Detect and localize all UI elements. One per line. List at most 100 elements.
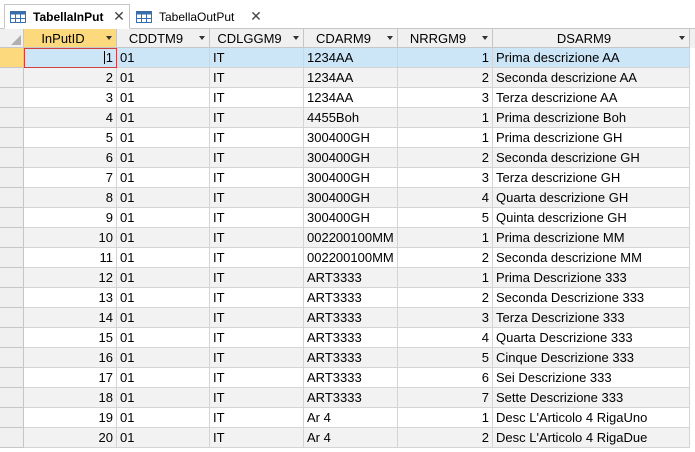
table-row[interactable]: 3 01 IT 1234AA 3 Terza descrizione AA	[0, 88, 695, 108]
cell-cddtm9[interactable]: 01	[117, 128, 210, 148]
cell-inputid[interactable]: 8	[24, 188, 117, 208]
row-selector[interactable]	[0, 408, 24, 428]
cell-cdarm9[interactable]: 1234AA	[304, 88, 398, 108]
cell-dsarm9[interactable]: Desc L'Articolo 4 RigaUno	[493, 408, 690, 428]
cell-nrrgm9[interactable]: 2	[398, 148, 493, 168]
table-row[interactable]: 20 01 IT Ar 4 2 Desc L'Articolo 4 RigaDue	[0, 428, 695, 448]
cell-dsarm9[interactable]: Terza descrizione GH	[493, 168, 690, 188]
row-selector[interactable]	[0, 148, 24, 168]
cell-dsarm9[interactable]: Prima descrizione AA	[493, 48, 690, 68]
table-row[interactable]: 1 01 IT 1234AA 1 Prima descrizione AA	[0, 48, 695, 68]
cell-cddtm9[interactable]: 01	[117, 368, 210, 388]
cell-nrrgm9[interactable]: 1	[398, 228, 493, 248]
cell-inputid[interactable]: 13	[24, 288, 117, 308]
cell-cdarm9[interactable]: ART3333	[304, 308, 398, 328]
row-selector[interactable]	[0, 368, 24, 388]
cell-nrrgm9[interactable]: 1	[398, 108, 493, 128]
table-row[interactable]: 7 01 IT 300400GH 3 Terza descrizione GH	[0, 168, 695, 188]
cell-cddtm9[interactable]: 01	[117, 48, 210, 68]
cell-cdlggm9[interactable]: IT	[210, 188, 304, 208]
table-row[interactable]: 15 01 IT ART3333 4 Quarta Descrizione 333	[0, 328, 695, 348]
cell-inputid[interactable]: 17	[24, 368, 117, 388]
cell-nrrgm9[interactable]: 3	[398, 168, 493, 188]
cell-cdlggm9[interactable]: IT	[210, 348, 304, 368]
cell-inputid[interactable]: 12	[24, 268, 117, 288]
cell-cdlggm9[interactable]: IT	[210, 388, 304, 408]
cell-nrrgm9[interactable]: 2	[398, 428, 493, 448]
cell-inputid[interactable]: 2	[24, 68, 117, 88]
cell-cdlggm9[interactable]: IT	[210, 268, 304, 288]
table-row[interactable]: 14 01 IT ART3333 3 Terza Descrizione 333	[0, 308, 695, 328]
tab-tabellainput[interactable]: TabellaInPut ✕	[4, 4, 130, 29]
row-selector[interactable]	[0, 428, 24, 448]
column-header-dsarm9[interactable]: DSARM9	[493, 29, 690, 48]
column-header-cdarm9[interactable]: CDARM9	[304, 29, 398, 48]
cell-nrrgm9[interactable]: 7	[398, 388, 493, 408]
cell-cddtm9[interactable]: 01	[117, 328, 210, 348]
cell-nrrgm9[interactable]: 1	[398, 408, 493, 428]
cell-nrrgm9[interactable]: 3	[398, 88, 493, 108]
cell-cddtm9[interactable]: 01	[117, 428, 210, 448]
row-selector[interactable]	[0, 308, 24, 328]
cell-dsarm9[interactable]: Sei Descrizione 333	[493, 368, 690, 388]
row-selector[interactable]	[0, 248, 24, 268]
close-icon[interactable]: ✕	[111, 8, 127, 25]
column-header-cddtm9[interactable]: CDDTM9	[117, 29, 210, 48]
row-selector[interactable]	[0, 348, 24, 368]
cell-cdarm9[interactable]: ART3333	[304, 328, 398, 348]
cell-cddtm9[interactable]: 01	[117, 408, 210, 428]
table-row[interactable]: 17 01 IT ART3333 6 Sei Descrizione 333	[0, 368, 695, 388]
dropdown-arrow-icon[interactable]	[106, 36, 112, 40]
cell-cdlggm9[interactable]: IT	[210, 48, 304, 68]
cell-cddtm9[interactable]: 01	[117, 208, 210, 228]
cell-nrrgm9[interactable]: 5	[398, 208, 493, 228]
cell-nrrgm9[interactable]: 6	[398, 368, 493, 388]
close-icon[interactable]: ✕	[248, 8, 264, 25]
cell-inputid[interactable]: 1	[24, 48, 117, 68]
cell-inputid[interactable]: 20	[24, 428, 117, 448]
cell-inputid[interactable]: 6	[24, 148, 117, 168]
cell-dsarm9[interactable]: Cinque Descrizione 333	[493, 348, 690, 368]
cell-dsarm9[interactable]: Seconda descrizione AA	[493, 68, 690, 88]
cell-cddtm9[interactable]: 01	[117, 168, 210, 188]
cell-cddtm9[interactable]: 01	[117, 148, 210, 168]
cell-inputid[interactable]: 19	[24, 408, 117, 428]
cell-cdarm9[interactable]: 002200100MM	[304, 228, 398, 248]
cell-cddtm9[interactable]: 01	[117, 228, 210, 248]
cell-cdarm9[interactable]: 4455Boh	[304, 108, 398, 128]
row-selector[interactable]	[0, 288, 24, 308]
cell-dsarm9[interactable]: Terza Descrizione 333	[493, 308, 690, 328]
cell-cddtm9[interactable]: 01	[117, 188, 210, 208]
table-row[interactable]: 13 01 IT ART3333 2 Seconda Descrizione 333	[0, 288, 695, 308]
cell-cdlggm9[interactable]: IT	[210, 88, 304, 108]
cell-dsarm9[interactable]: Sette Descrizione 333	[493, 388, 690, 408]
cell-inputid[interactable]: 5	[24, 128, 117, 148]
dropdown-arrow-icon[interactable]	[387, 36, 393, 40]
table-row[interactable]: 16 01 IT ART3333 5 Cinque Descrizione 333	[0, 348, 695, 368]
row-selector[interactable]	[0, 108, 24, 128]
row-selector[interactable]	[0, 128, 24, 148]
cell-dsarm9[interactable]: Quarta Descrizione 333	[493, 328, 690, 348]
cell-cdlggm9[interactable]: IT	[210, 168, 304, 188]
cell-cdarm9[interactable]: Ar 4	[304, 428, 398, 448]
row-selector[interactable]	[0, 188, 24, 208]
cell-cdlggm9[interactable]: IT	[210, 208, 304, 228]
cell-cdlggm9[interactable]: IT	[210, 408, 304, 428]
row-selector[interactable]	[0, 68, 24, 88]
cell-inputid[interactable]: 10	[24, 228, 117, 248]
cell-inputid[interactable]: 9	[24, 208, 117, 228]
cell-cdlggm9[interactable]: IT	[210, 248, 304, 268]
cell-dsarm9[interactable]: Desc L'Articolo 4 RigaDue	[493, 428, 690, 448]
table-row[interactable]: 9 01 IT 300400GH 5 Quinta descrizione GH	[0, 208, 695, 228]
dropdown-arrow-icon[interactable]	[482, 36, 488, 40]
dropdown-arrow-icon[interactable]	[199, 36, 205, 40]
cell-inputid[interactable]: 15	[24, 328, 117, 348]
cell-cdlggm9[interactable]: IT	[210, 288, 304, 308]
cell-cddtm9[interactable]: 01	[117, 248, 210, 268]
cell-cdarm9[interactable]: 300400GH	[304, 188, 398, 208]
cell-cdarm9[interactable]: 300400GH	[304, 168, 398, 188]
row-selector[interactable]	[0, 88, 24, 108]
cell-cdlggm9[interactable]: IT	[210, 428, 304, 448]
table-row[interactable]: 11 01 IT 002200100MM 2 Seconda descrizione MM	[0, 248, 695, 268]
tab-tabellaoutput[interactable]: TabellaOutPut ✕	[131, 4, 266, 29]
